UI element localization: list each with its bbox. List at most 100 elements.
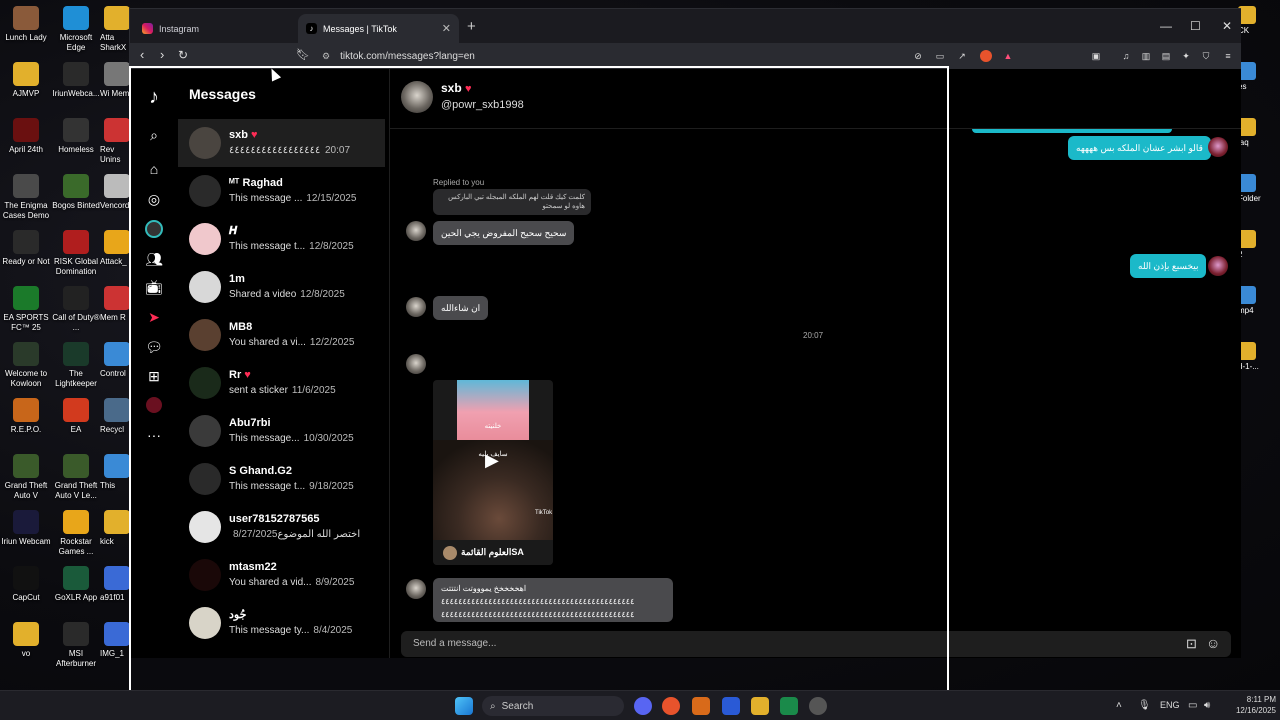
desktop-icon[interactable]: Iriun Webcam xyxy=(0,510,52,547)
search-icon[interactable]: ⌕ xyxy=(144,125,164,145)
discord-icon[interactable] xyxy=(634,697,652,715)
more-icon[interactable]: ··· xyxy=(144,425,164,445)
brave-rewards-icon[interactable]: ▲ xyxy=(1002,50,1014,62)
my-message-2[interactable]: بيخسبع بإذن الله xyxy=(1130,254,1207,278)
desktop-icon[interactable]: GoXLR App xyxy=(50,566,102,603)
menu-icon[interactable]: ≡ xyxy=(1222,50,1234,62)
new-tab-button[interactable]: + xyxy=(467,18,476,35)
conversation-item[interactable]: 𝑯 This message t... 12/8/2025 xyxy=(178,215,385,263)
tiktok-logo-icon[interactable]: ♪ xyxy=(144,86,164,108)
desktop-icon[interactable]: Welcome to Kowloon xyxy=(0,342,52,389)
conversation-item[interactable]: user78152787565 اختصر الله الموضوع8/27/20… xyxy=(178,503,385,551)
conversation-item[interactable]: S Ghand.G2 This message t... 9/18/2025 xyxy=(178,455,385,503)
app-icon[interactable] xyxy=(809,697,827,715)
desktop-icon[interactable]: IriunWebca... xyxy=(50,62,102,99)
conversation-item[interactable]: sxb ♥ ٤٤٤٤٤٤٤٤٤٤٤٤٤٤٤٤٤٤٤٤٤٤٤٤ 20:07 xyxy=(178,119,385,167)
desktop-icon[interactable]: Bogos Binted xyxy=(50,174,102,211)
site-info-icon[interactable]: ⚙ xyxy=(322,51,330,62)
music-icon[interactable]: ♫ xyxy=(1120,50,1132,62)
desktop-icon[interactable]: mp4 xyxy=(1238,286,1280,316)
bookmark-icon[interactable]: 🔖︎ xyxy=(296,48,310,62)
home-icon[interactable]: ⌂ xyxy=(144,159,164,179)
message-2[interactable]: ان شاءالله xyxy=(433,296,489,320)
chat-name-row[interactable]: sxb ♥ xyxy=(441,81,472,95)
desktop-icon[interactable]: CK xyxy=(1238,6,1280,36)
sidebar-icon[interactable]: ▣ xyxy=(1090,50,1102,62)
conversation-item[interactable]: Abu7rbi This message... 10/30/2025 xyxy=(178,407,385,455)
wallet-icon[interactable]: ▤ xyxy=(1160,50,1172,62)
reload-button[interactable]: ↻ xyxy=(178,48,188,62)
desktop-icon[interactable]: Grand Theft Auto V xyxy=(0,454,52,501)
desktop-icon[interactable]: Folder xyxy=(1238,174,1280,204)
desktop-icon[interactable]: Grand Theft Auto V Le... xyxy=(50,454,102,501)
maximize-button[interactable]: ☐ xyxy=(1190,19,1201,33)
profile-avatar-icon[interactable] xyxy=(144,219,164,239)
sender-avatar[interactable] xyxy=(406,579,426,599)
desktop-icon[interactable]: MSI Afterburner xyxy=(50,622,102,669)
desktop-icon[interactable]: R.E.P.O. xyxy=(0,398,52,435)
network-icon[interactable]: ▭ xyxy=(1188,700,1197,711)
live-icon[interactable]: 📺︎ xyxy=(144,277,164,297)
sender-avatar[interactable] xyxy=(406,354,426,374)
xbox-icon[interactable] xyxy=(780,697,798,715)
desktop-icon[interactable]: Homeless xyxy=(50,118,102,155)
desktop-icon[interactable]: Ready or Not xyxy=(0,230,52,267)
emoji-icon[interactable]: ☺ xyxy=(1206,635,1220,651)
start-button-icon[interactable] xyxy=(455,697,473,715)
forward-button[interactable]: › xyxy=(160,48,164,62)
file-explorer-icon[interactable] xyxy=(751,697,769,715)
conversation-item[interactable]: mtasm22 You shared a vid... 8/9/2025 xyxy=(178,551,385,599)
translate-icon[interactable]: ⊘ xyxy=(912,50,924,62)
desktop-icon[interactable]: Rockstar Games ... xyxy=(50,510,102,557)
tab-tiktok[interactable]: ♪ Messages | TikTok ✕ xyxy=(298,14,459,43)
minimize-button[interactable]: — xyxy=(1160,19,1172,33)
shared-video-card[interactable]: خلنيته سايف بليه ▶ TikTok العلوم القائمة… xyxy=(433,380,553,565)
leo-ai-icon[interactable]: ✦ xyxy=(1180,50,1192,62)
desktop-icon[interactable]: vo xyxy=(0,622,52,659)
profile-icon[interactable] xyxy=(144,395,164,415)
tray-overflow-icon[interactable]: ˄ xyxy=(1116,700,1122,711)
desktop-icon[interactable]: EA xyxy=(50,398,102,435)
conversation-item[interactable]: MB8 You shared a vi... 12/2/2025 xyxy=(178,311,385,359)
desktop-icon[interactable]: Call of Duty® ... xyxy=(50,286,102,333)
sender-avatar[interactable] xyxy=(406,297,426,317)
play-icon[interactable]: ▶ xyxy=(485,450,499,471)
brave-shield-icon[interactable] xyxy=(980,50,992,62)
conversation-item[interactable]: جُود This message ty... 8/4/2025 xyxy=(178,599,385,647)
vpn-icon[interactable]: ⛉ xyxy=(1200,50,1212,62)
image-upload-icon[interactable]: ⊡ xyxy=(1186,636,1197,652)
desktop-icon[interactable]: 2 xyxy=(1238,230,1280,260)
volume-icon[interactable]: 🔊︎ xyxy=(1204,700,1210,711)
sender-avatar[interactable] xyxy=(406,221,426,241)
back-button[interactable]: ‹ xyxy=(140,48,144,62)
message-1[interactable]: سحيح سحيح المفروض يجي الحين xyxy=(433,221,575,245)
messages-icon[interactable]: 💬︎ xyxy=(144,337,164,357)
reader-icon[interactable]: ▥ xyxy=(1140,50,1152,62)
desktop-icon[interactable]: CapCut xyxy=(0,566,52,603)
quoted-reply[interactable]: كلمت كيك قلت لهم الملكه المبجله تبي البا… xyxy=(433,189,591,215)
app-icon[interactable] xyxy=(722,697,740,715)
close-tab-icon[interactable]: ✕ xyxy=(442,22,451,35)
explore-icon[interactable]: ◎ xyxy=(144,189,164,209)
conversation-item[interactable]: 1m Shared a video 12/8/2025 xyxy=(178,263,385,311)
desktop-icon[interactable]: es xyxy=(1238,62,1280,92)
microphone-icon[interactable]: 🎙︎ xyxy=(1138,700,1151,711)
conversation-item[interactable]: Rr ♥ sent a sticker 11/6/2025 xyxy=(178,359,385,407)
clock[interactable]: 8:11 PM 12/16/2025 xyxy=(1222,694,1276,716)
app-icon[interactable] xyxy=(692,697,710,715)
my-message-1[interactable]: قالو ابشر عشان الملكه بس ههههه xyxy=(1068,136,1211,160)
message-3[interactable]: اهخخخخخ يموووتت انتتتت ٤٤٤٤٤٤٤٤٤٤٤٤٤٤٤٤٤… xyxy=(433,578,673,622)
desktop-icon[interactable]: AJMVP xyxy=(0,62,52,99)
desktop-icon[interactable]: Microsoft Edge xyxy=(50,6,102,53)
desktop-icon[interactable]: EA SPORTS FC™ 25 xyxy=(0,286,52,333)
desktop-icon[interactable]: Lunch Lady xyxy=(0,6,52,43)
following-icon[interactable]: 👥︎ xyxy=(144,249,164,269)
my-avatar[interactable] xyxy=(1208,256,1228,276)
language-indicator[interactable]: ENG xyxy=(1160,700,1180,710)
desktop-icon[interactable]: The Enigma Cases Demo xyxy=(0,174,52,221)
desktop-icon[interactable]: April 24th xyxy=(0,118,52,155)
share-icon[interactable]: ↗ xyxy=(956,50,968,62)
my-avatar[interactable] xyxy=(1208,137,1228,157)
tab-instagram[interactable]: Instagram xyxy=(134,14,295,43)
taskbar-search[interactable]: ⌕ Search xyxy=(482,696,624,716)
